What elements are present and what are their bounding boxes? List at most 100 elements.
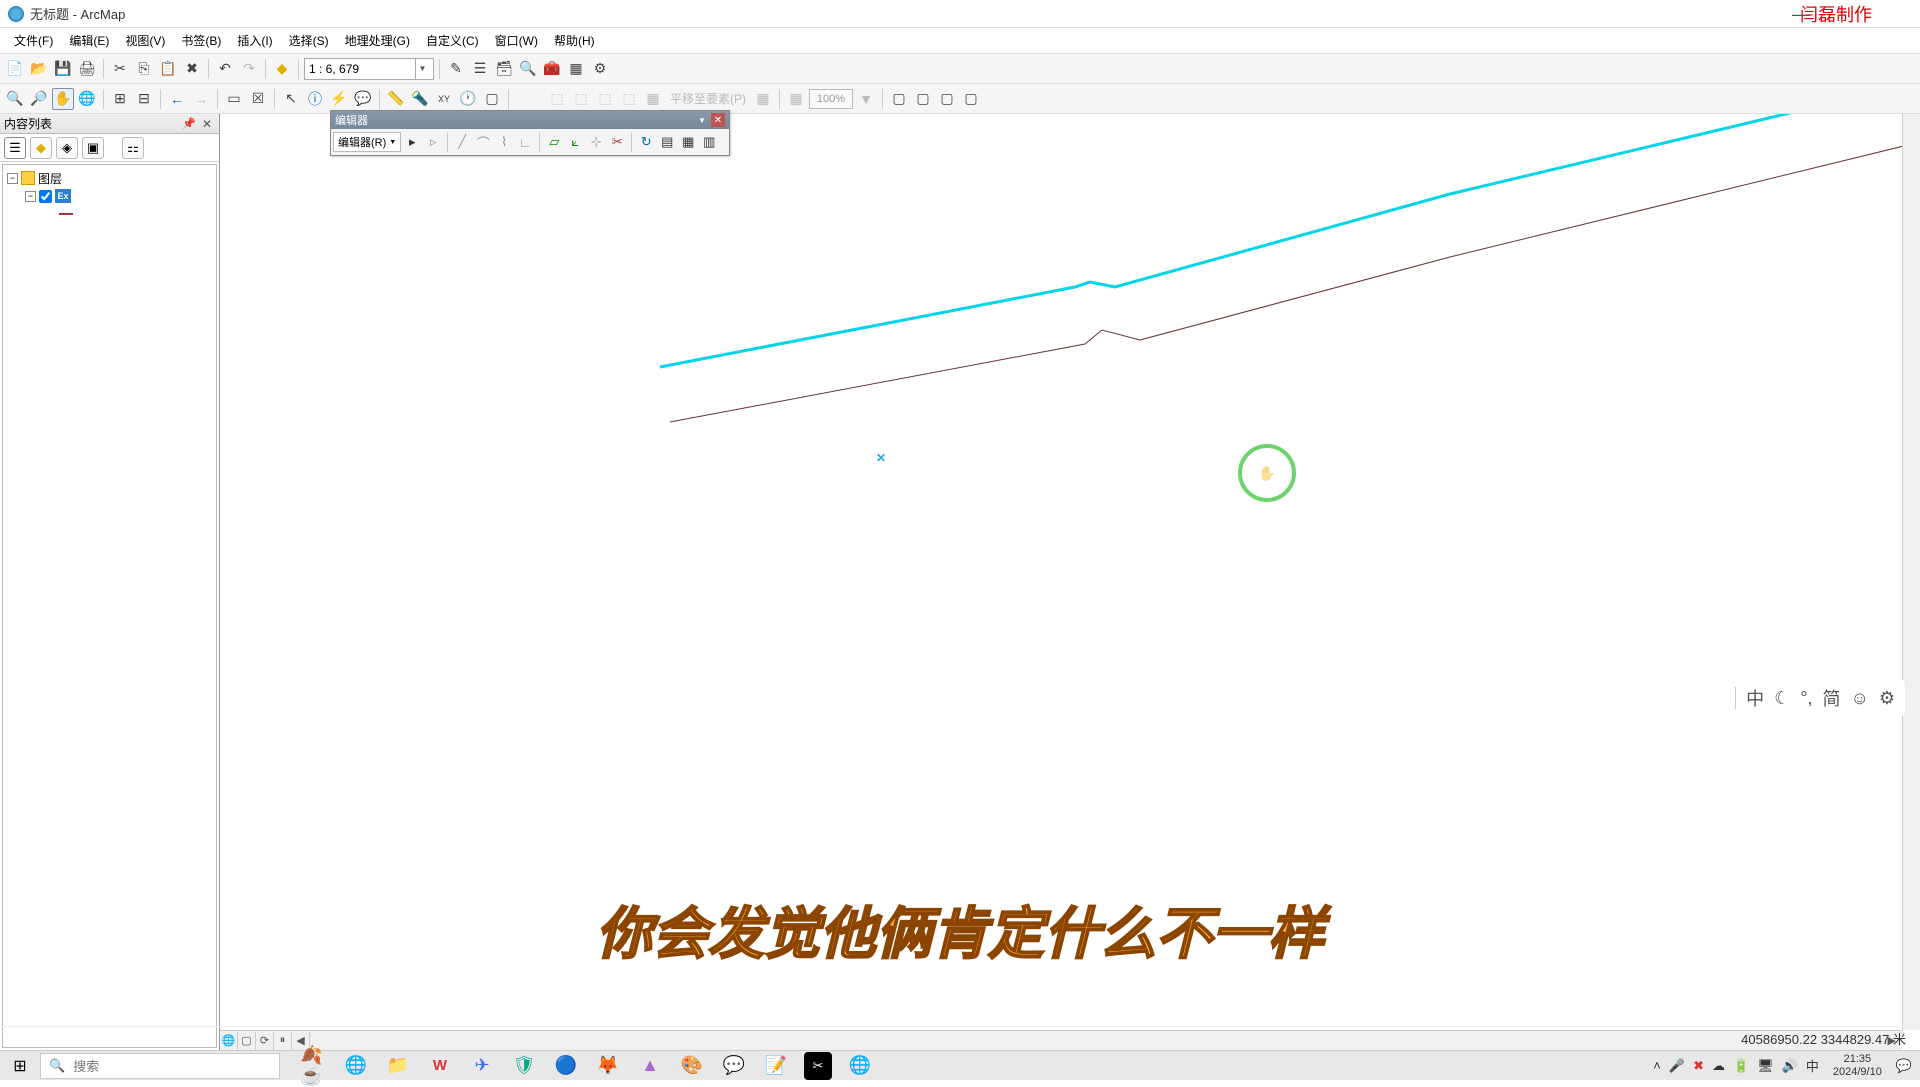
create-viewer-icon[interactable]: ▢: [481, 88, 503, 110]
editor-toolbar[interactable]: 编辑器 ▾ ✕ 编辑器(R)▼ ▸ ▹ ╱ ⌒ ⌇ ∟ ▱ ⟀ ⊹ ✂ ↻ ▤ …: [330, 110, 730, 156]
open-icon[interactable]: 📂: [28, 58, 50, 80]
arc-segment-icon[interactable]: ⌒: [473, 132, 493, 152]
layout-icon-1[interactable]: ▢: [888, 88, 910, 110]
edit-tool-icon[interactable]: ▸: [402, 132, 422, 152]
wps-icon[interactable]: W: [426, 1052, 454, 1080]
start-button[interactable]: ⊞: [0, 1051, 40, 1081]
menu-window[interactable]: 窗口(W): [487, 29, 546, 52]
toc-tab-options[interactable]: ⚏: [122, 137, 144, 159]
identify-icon[interactable]: ⓘ: [304, 88, 326, 110]
split-icon[interactable]: ✂: [607, 132, 627, 152]
trace-icon[interactable]: ⌇: [494, 132, 514, 152]
toc-tab-visibility[interactable]: ◈: [56, 137, 78, 159]
menu-view[interactable]: 视图(V): [117, 29, 173, 52]
right-angle-icon[interactable]: ∟: [515, 132, 535, 152]
html-popup-icon[interactable]: 💬: [352, 88, 374, 110]
catalog-icon[interactable]: 🗃: [493, 58, 515, 80]
feishu-icon[interactable]: ✈: [468, 1052, 496, 1080]
editor-menu-dropdown[interactable]: 编辑器(R)▼: [333, 132, 401, 152]
layer-visibility-checkbox[interactable]: [39, 190, 52, 203]
edge-icon[interactable]: 🌐: [342, 1052, 370, 1080]
editor-toolbar-icon[interactable]: ✎: [445, 58, 467, 80]
minimize-button[interactable]: —: [1782, 4, 1820, 25]
reshape-icon[interactable]: ⟀: [565, 132, 585, 152]
tree-layer-row[interactable]: − Ex: [7, 187, 212, 205]
tray-mic-icon[interactable]: 🎤: [1669, 1058, 1685, 1074]
ime-punct-icon[interactable]: °,: [1800, 688, 1812, 709]
toc-close-icon[interactable]: ✕: [199, 117, 215, 131]
zoom-out-icon[interactable]: 🔎: [28, 88, 50, 110]
explorer-icon[interactable]: 📁: [384, 1052, 412, 1080]
tray-expand-icon[interactable]: ˄: [1653, 1058, 1661, 1073]
sketch-props-icon[interactable]: ▦: [678, 132, 698, 152]
forward-extent-icon[interactable]: →: [190, 88, 212, 110]
arctoolbox-icon[interactable]: 🧰: [541, 58, 563, 80]
paint-icon[interactable]: 🎨: [678, 1052, 706, 1080]
toc-tab-drawing-order[interactable]: ☰: [4, 137, 26, 159]
menu-select[interactable]: 选择(S): [281, 29, 337, 52]
ime-moon-icon[interactable]: ☾: [1774, 688, 1790, 709]
hyperlink-icon[interactable]: ⚡: [328, 88, 350, 110]
cut-icon[interactable]: ✂: [109, 58, 131, 80]
clear-selection-icon[interactable]: ☒: [247, 88, 269, 110]
toc-tab-source[interactable]: ◆: [30, 137, 52, 159]
collapse-icon[interactable]: −: [7, 173, 18, 184]
back-extent-icon[interactable]: ←: [166, 88, 188, 110]
paste-icon[interactable]: 📋: [157, 58, 179, 80]
security-icon[interactable]: 🛡: [510, 1052, 538, 1080]
layout-icon-4[interactable]: ▢: [960, 88, 982, 110]
model-builder-icon[interactable]: ⚙: [589, 58, 611, 80]
notes-icon[interactable]: 📝: [762, 1052, 790, 1080]
save-icon[interactable]: 💾: [52, 58, 74, 80]
time-slider-icon[interactable]: 🕐: [457, 88, 479, 110]
delete-icon[interactable]: ✖: [181, 58, 203, 80]
pan-icon[interactable]: ✋: [52, 88, 74, 110]
full-extent-icon[interactable]: 🌐: [76, 88, 98, 110]
editor-titlebar[interactable]: 编辑器 ▾ ✕: [331, 111, 729, 129]
arcmap-taskbar-icon[interactable]: 🌐: [846, 1052, 874, 1080]
taskbar-clock[interactable]: 21:35 2024/9/10: [1827, 1053, 1888, 1077]
rotate-icon[interactable]: ↻: [636, 132, 656, 152]
tree-root-row[interactable]: − 图层: [7, 169, 212, 187]
weather-icon[interactable]: 🍂☕: [300, 1052, 328, 1080]
measure-icon[interactable]: 📏: [385, 88, 407, 110]
python-icon[interactable]: ▦: [565, 58, 587, 80]
tree-symbol-row[interactable]: [7, 205, 212, 223]
undo-icon[interactable]: ↶: [214, 58, 236, 80]
app-icon-1[interactable]: ▲: [636, 1052, 664, 1080]
menu-help[interactable]: 帮助(H): [546, 29, 603, 52]
zoom-in-icon[interactable]: 🔍: [4, 88, 26, 110]
tray-app-icon[interactable]: ✖: [1693, 1058, 1704, 1074]
toc-tab-selection[interactable]: ▣: [82, 137, 104, 159]
find-icon[interactable]: 🔦: [409, 88, 431, 110]
redo-icon[interactable]: ↷: [238, 58, 260, 80]
fixed-zoom-out-icon[interactable]: ⊟: [133, 88, 155, 110]
select-features-icon[interactable]: ▭: [223, 88, 245, 110]
capcut-icon[interactable]: ✂: [804, 1052, 832, 1080]
tray-ime-icon[interactable]: 中: [1806, 1056, 1819, 1075]
chrome-icon[interactable]: 🔵: [552, 1052, 580, 1080]
copy-icon[interactable]: ⎘: [133, 58, 155, 80]
layout-icon-2[interactable]: ▢: [912, 88, 934, 110]
create-features-icon[interactable]: ▥: [699, 132, 719, 152]
search-window-icon[interactable]: 🔍: [517, 58, 539, 80]
edit-vertices-icon[interactable]: ▱: [544, 132, 564, 152]
new-doc-icon[interactable]: 📄: [4, 58, 26, 80]
menu-customize[interactable]: 自定义(C): [418, 29, 487, 52]
vertical-scrollbar[interactable]: [1902, 114, 1920, 1030]
pin-icon[interactable]: 📌: [179, 117, 199, 130]
scale-input[interactable]: 1 : 6, 679 ▼: [304, 58, 434, 80]
print-icon[interactable]: 🖨: [76, 58, 98, 80]
wechat-icon[interactable]: 💬: [720, 1052, 748, 1080]
tray-volume-icon[interactable]: 🔊: [1782, 1058, 1798, 1074]
zoom-percent[interactable]: 100%: [809, 89, 853, 109]
menu-file[interactable]: 文件(F): [6, 29, 61, 52]
scale-dropdown-icon[interactable]: ▼: [415, 59, 429, 79]
menu-bookmark[interactable]: 书签(B): [173, 29, 229, 52]
menu-insert[interactable]: 插入(I): [229, 29, 280, 52]
notifications-icon[interactable]: 💬: [1896, 1058, 1912, 1074]
straight-segment-icon[interactable]: ╱: [452, 132, 472, 152]
tray-cloud-icon[interactable]: ☁: [1712, 1058, 1725, 1074]
menu-edit[interactable]: 编辑(E): [61, 29, 117, 52]
attributes-icon[interactable]: ▤: [657, 132, 677, 152]
